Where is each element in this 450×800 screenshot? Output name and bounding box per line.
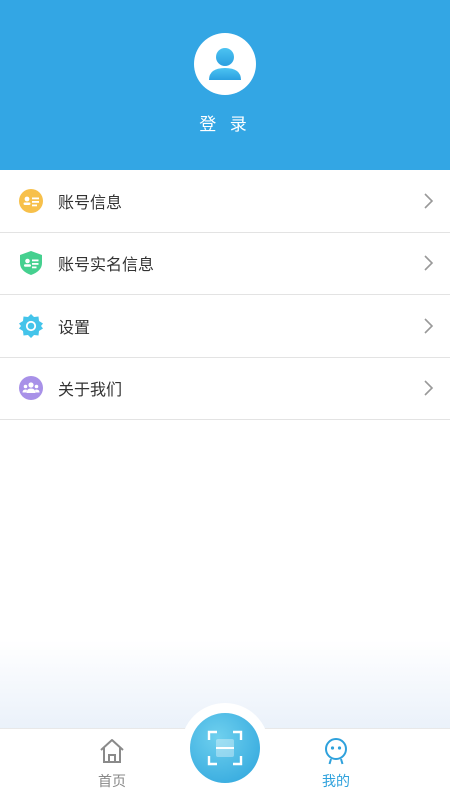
tab-mine[interactable]: 我的 [296, 729, 376, 800]
settings-gear-icon [18, 313, 44, 339]
tab-home-label: 首页 [98, 774, 126, 790]
tab-mine-label: 我的 [322, 774, 350, 790]
home-icon [100, 739, 124, 763]
chevron-right-icon [424, 255, 434, 271]
chevron-right-icon [424, 318, 434, 334]
mine-robot-icon [325, 738, 347, 765]
id-card-icon [18, 188, 44, 214]
menu-item-label: 关于我们 [58, 380, 123, 400]
menu-item-label: 账号实名信息 [58, 255, 155, 275]
scan-icon [207, 730, 243, 766]
chevron-right-icon [424, 193, 434, 209]
menu-item-about-us[interactable]: 关于我们 [0, 358, 450, 420]
chevron-right-icon [424, 380, 434, 396]
menu-item-label: 账号信息 [58, 192, 123, 212]
login-button[interactable]: 登 录 [0, 110, 450, 135]
group-users-icon [18, 375, 44, 401]
user-avatar-icon [209, 48, 241, 80]
tab-home[interactable]: 首页 [72, 729, 152, 800]
menu-list: 账号信息 账号实名信息 设置 关于我们 [0, 170, 450, 420]
menu-item-label: 设置 [58, 317, 91, 337]
verified-shield-icon [18, 250, 44, 276]
menu-item-account-info[interactable]: 账号信息 [0, 170, 450, 233]
avatar[interactable] [194, 33, 256, 95]
profile-header: 登 录 [0, 0, 450, 170]
menu-item-realname-info[interactable]: 账号实名信息 [0, 233, 450, 295]
scan-button[interactable] [190, 713, 260, 783]
menu-item-settings[interactable]: 设置 [0, 295, 450, 358]
